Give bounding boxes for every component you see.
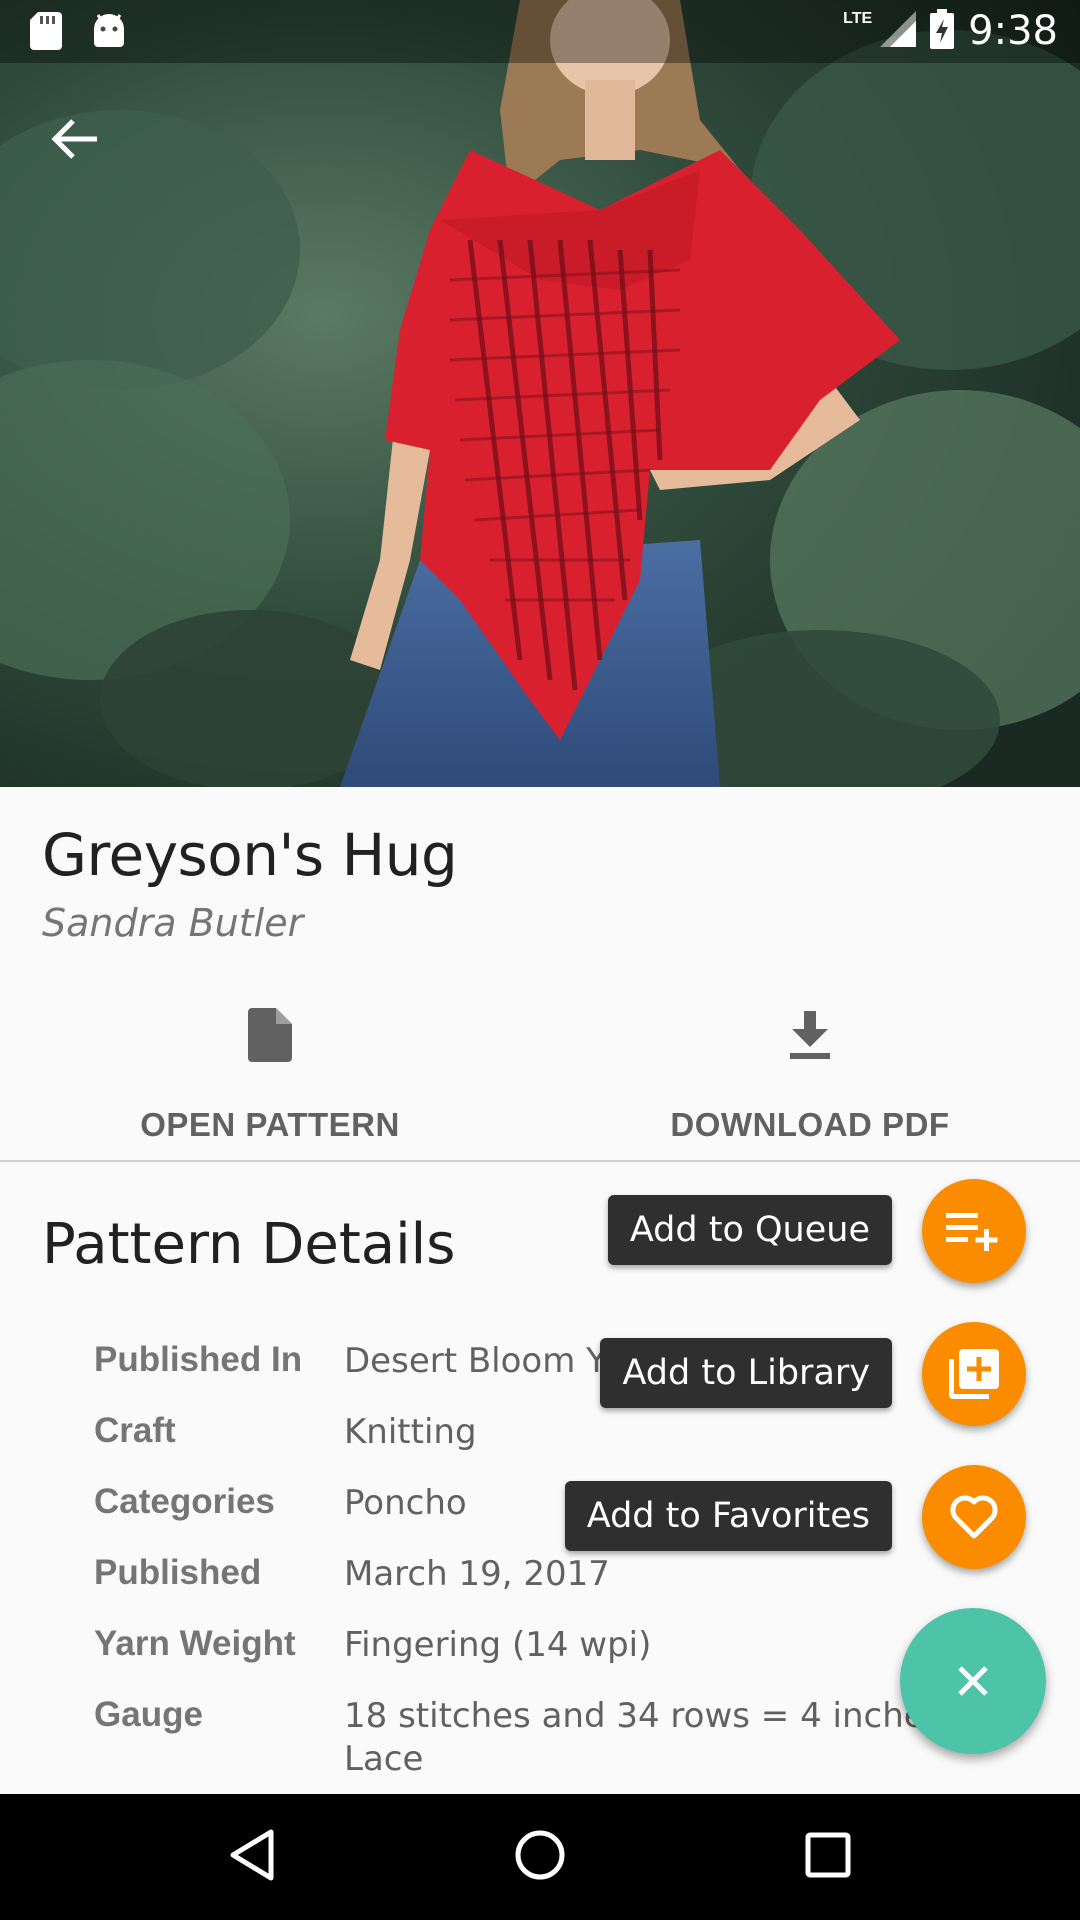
library-add-icon xyxy=(949,1349,999,1399)
back-triangle-icon[interactable] xyxy=(229,1829,275,1886)
system-nav-bar xyxy=(0,1794,1080,1920)
detail-label: Published In xyxy=(94,1340,303,1379)
details-heading: Pattern Details xyxy=(42,1212,456,1277)
pattern-title: Greyson's Hug xyxy=(42,821,458,889)
download-pdf-button[interactable]: DOWNLOAD PDF xyxy=(540,1000,1080,1150)
playlist-add-icon xyxy=(946,1213,998,1251)
add-to-library-tooltip[interactable]: Add to Library xyxy=(600,1338,892,1408)
back-button[interactable] xyxy=(40,104,110,174)
section-divider xyxy=(0,1160,1080,1162)
download-icon xyxy=(790,1011,830,1059)
detail-label: Categories xyxy=(94,1482,275,1521)
network-type: LTE xyxy=(843,10,873,27)
recents-square-icon[interactable] xyxy=(805,1832,851,1883)
detail-value: Knitting xyxy=(344,1412,477,1452)
sd-card-icon xyxy=(30,12,62,55)
close-icon xyxy=(958,1666,988,1696)
pattern-header: Greyson's Hug Sandra Butler OPEN PATTERN… xyxy=(0,787,1080,1162)
add-to-favorites-button[interactable] xyxy=(922,1465,1026,1569)
add-to-queue-tooltip[interactable]: Add to Queue xyxy=(607,1195,892,1265)
heart-outline-icon xyxy=(950,1495,998,1539)
close-menu-fab[interactable] xyxy=(900,1608,1046,1754)
pattern-photo-illustration xyxy=(0,0,1080,787)
download-pdf-label: DOWNLOAD PDF xyxy=(670,1106,950,1143)
battery-charging-icon xyxy=(930,8,955,54)
detail-label: Published xyxy=(94,1553,262,1592)
detail-label: Gauge xyxy=(94,1695,203,1734)
document-icon xyxy=(248,1008,292,1062)
status-time: 9:38 xyxy=(968,8,1058,54)
pattern-photo xyxy=(0,0,1080,787)
open-pattern-button[interactable]: OPEN PATTERN xyxy=(0,1000,540,1150)
detail-value: March 19, 2017 xyxy=(344,1554,610,1594)
status-bar: LTE 9:38 xyxy=(0,0,1080,63)
home-circle-icon[interactable] xyxy=(514,1829,566,1886)
signal-icon xyxy=(880,10,917,52)
designer-name[interactable]: Sandra Butler xyxy=(42,901,303,945)
add-to-favorites-tooltip[interactable]: Add to Favorites xyxy=(564,1481,892,1551)
detail-label: Yarn Weight xyxy=(94,1624,296,1663)
open-pattern-label: OPEN PATTERN xyxy=(140,1106,400,1143)
add-to-library-button[interactable] xyxy=(922,1322,1026,1426)
detail-label: Craft xyxy=(94,1411,176,1450)
arrow-back-icon xyxy=(51,119,97,159)
android-icon xyxy=(92,13,126,54)
add-to-queue-button[interactable] xyxy=(922,1179,1026,1283)
